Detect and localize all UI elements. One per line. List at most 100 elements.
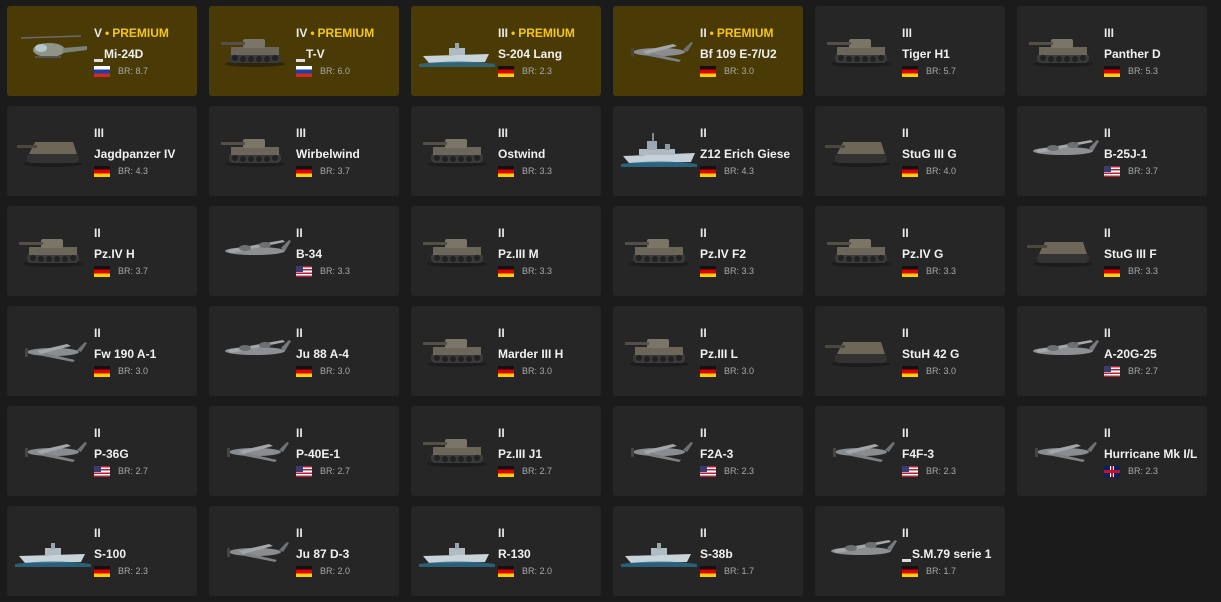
vehicle-card[interactable]: II Pz.III L BR: 3.0 xyxy=(613,306,803,396)
vehicle-card[interactable]: II StuG III G BR: 4.0 xyxy=(815,106,1005,196)
vehicle-card[interactable]: II P-40E-1 BR: 2.7 xyxy=(209,406,399,496)
flag-us-icon xyxy=(296,465,312,477)
vehicle-tier: II xyxy=(902,226,1001,241)
vehicle-name: P-36G xyxy=(94,447,129,461)
vehicle-name: B-34 xyxy=(296,247,323,261)
battle-rating: BR: 2.7 xyxy=(320,466,351,476)
vehicle-name: F4F-3 xyxy=(902,447,935,461)
vehicle-card[interactable]: II Pz.IV F2 BR: 3.3 xyxy=(613,206,803,296)
vehicle-tier: II xyxy=(94,426,193,441)
flag-de-icon xyxy=(498,165,514,177)
vehicle-card[interactable]: IV • PREMIUM T-V BR: 6.0 xyxy=(209,6,399,96)
battle-rating: BR: 3.3 xyxy=(320,266,351,276)
vehicle-card[interactable]: II StuG III F BR: 3.3 xyxy=(1017,206,1207,296)
vehicle-card[interactable]: III Wirbelwind BR: 3.7 xyxy=(209,106,399,196)
vehicle-tier: II xyxy=(1104,226,1203,241)
tier-numeral: II xyxy=(94,326,101,340)
flag-de-icon xyxy=(94,165,110,177)
vehicle-name: A-20G-25 xyxy=(1104,347,1157,361)
vehicle-card[interactable]: V • PREMIUM Mi-24D BR: 8.7 xyxy=(7,6,197,96)
tier-numeral: II xyxy=(1104,226,1111,240)
vehicle-card[interactable]: II StuH 42 G BR: 3.0 xyxy=(815,306,1005,396)
vehicle-card[interactable]: II Z12 Erich Giese BR: 4.3 xyxy=(613,106,803,196)
vehicle-card[interactable]: II Ju 88 A-4 BR: 3.0 xyxy=(209,306,399,396)
td-icon xyxy=(823,126,899,172)
vehicle-tier: II xyxy=(296,426,395,441)
bomber-icon xyxy=(217,226,293,272)
flag-ru-icon xyxy=(296,65,312,77)
vehicle-card[interactable]: II Pz.III M BR: 3.3 xyxy=(411,206,601,296)
vehicle-tier: II xyxy=(1104,426,1203,441)
vehicle-tier: II xyxy=(296,226,395,241)
battle-rating: BR: 2.3 xyxy=(724,466,755,476)
vehicle-card[interactable]: II R-130 BR: 2.0 xyxy=(411,506,601,596)
vehicle-card[interactable]: II Pz.IV G BR: 3.3 xyxy=(815,206,1005,296)
vehicle-card[interactable]: III Panther D BR: 5.3 xyxy=(1017,6,1207,96)
battle-rating: BR: 3.3 xyxy=(1128,266,1159,276)
vehicle-card[interactable]: II Pz.III J1 BR: 2.7 xyxy=(411,406,601,496)
bomber-icon xyxy=(1025,326,1101,372)
vehicle-tier: II xyxy=(700,526,799,541)
vehicle-card[interactable]: III Tiger H1 BR: 5.7 xyxy=(815,6,1005,96)
vehicle-tier: II xyxy=(94,326,193,341)
tank-icon xyxy=(823,26,899,72)
vehicle-tier: II • PREMIUM xyxy=(700,26,799,41)
vehicle-card[interactable]: II S-38b BR: 1.7 xyxy=(613,506,803,596)
tank-icon xyxy=(621,326,697,372)
vehicle-card[interactable]: II Fw 190 A-1 BR: 3.0 xyxy=(7,306,197,396)
battle-rating: BR: 2.3 xyxy=(1128,466,1159,476)
vehicle-card[interactable]: II Marder III H BR: 3.0 xyxy=(411,306,601,396)
vehicle-tier: II xyxy=(902,126,1001,141)
vehicle-card[interactable]: II S.M.79 serie 1 BR: 1.7 xyxy=(815,506,1005,596)
vehicle-card[interactable]: II A-20G-25 BR: 2.7 xyxy=(1017,306,1207,396)
vehicle-card[interactable]: II F4F-3 BR: 2.3 xyxy=(815,406,1005,496)
tank-icon xyxy=(419,426,495,472)
flag-de-icon xyxy=(296,165,312,177)
vehicle-card[interactable]: II Hurricane Mk I/L BR: 2.3 xyxy=(1017,406,1207,496)
vehicle-tier: II xyxy=(94,226,193,241)
flag-ru-icon xyxy=(94,65,110,77)
plane-icon xyxy=(621,26,697,72)
vehicle-card[interactable]: II B-25J-1 BR: 3.7 xyxy=(1017,106,1207,196)
battle-rating: BR: 3.0 xyxy=(724,366,755,376)
vehicle-card[interactable]: III Jagdpanzer IV BR: 4.3 xyxy=(7,106,197,196)
vehicle-tier: II xyxy=(94,526,193,541)
special-marker-icon xyxy=(94,59,103,62)
vehicle-card[interactable]: II • PREMIUM Bf 109 E-7/U2 BR: 3.0 xyxy=(613,6,803,96)
premium-label: PREMIUM xyxy=(518,26,575,40)
vehicle-card[interactable]: II S-100 BR: 2.3 xyxy=(7,506,197,596)
vehicle-name: Pz.IV F2 xyxy=(700,247,747,261)
tank-icon xyxy=(1025,26,1101,72)
flag-de-icon xyxy=(498,65,514,77)
vehicle-card[interactable]: II B-34 BR: 3.3 xyxy=(209,206,399,296)
flag-de-icon xyxy=(700,365,716,377)
vehicle-card[interactable]: II Ju 87 D-3 BR: 2.0 xyxy=(209,506,399,596)
vehicle-name: Tiger H1 xyxy=(902,47,950,61)
flag-de-icon xyxy=(94,565,110,577)
battle-rating: BR: 6.0 xyxy=(320,66,351,76)
flag-de-icon xyxy=(700,65,716,77)
flag-de-icon xyxy=(296,365,312,377)
separator-dot: • xyxy=(310,26,315,40)
vehicle-card[interactable]: II Pz.IV H BR: 3.7 xyxy=(7,206,197,296)
vehicle-card[interactable]: III • PREMIUM S-204 Lang BR: 2.3 xyxy=(411,6,601,96)
vehicle-card[interactable]: II F2A-3 BR: 2.3 xyxy=(613,406,803,496)
flag-de-icon xyxy=(902,65,918,77)
tier-numeral: II xyxy=(498,226,505,240)
premium-label: PREMIUM xyxy=(716,26,774,40)
tier-numeral: II xyxy=(296,526,303,540)
boat-icon xyxy=(15,526,91,572)
plane-icon xyxy=(823,426,899,472)
vehicle-name: S-204 Lang xyxy=(498,47,563,61)
flag-de-icon xyxy=(1104,65,1120,77)
battle-rating: BR: 3.0 xyxy=(724,66,755,76)
plane-icon xyxy=(1025,426,1101,472)
tier-numeral: II xyxy=(498,326,505,340)
tier-numeral: II xyxy=(1104,126,1111,140)
tier-numeral: II xyxy=(700,126,707,140)
tier-numeral: IV xyxy=(296,26,308,40)
vehicle-card[interactable]: III Ostwind BR: 3.3 xyxy=(411,106,601,196)
vehicle-card[interactable]: II P-36G BR: 2.7 xyxy=(7,406,197,496)
flag-de-icon xyxy=(498,265,514,277)
bomber-icon xyxy=(217,326,293,372)
